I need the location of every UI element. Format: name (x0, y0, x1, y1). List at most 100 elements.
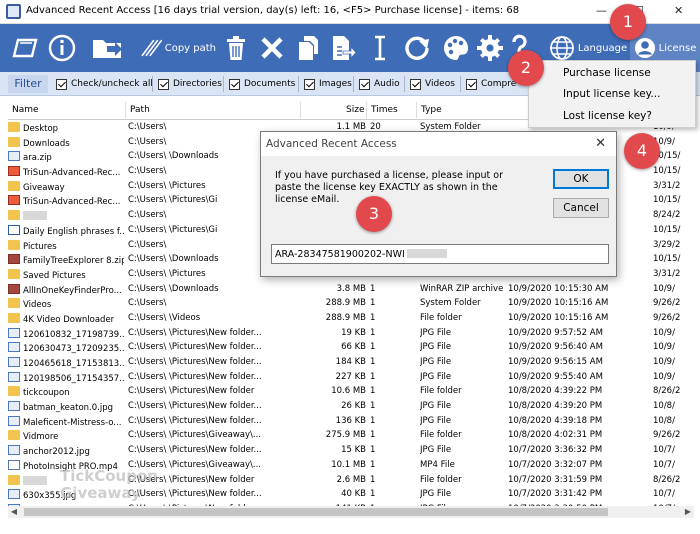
menu-lost-license-key[interactable]: Lost license key? (563, 110, 652, 122)
table-row[interactable]: 120630473_17209235... C:\Users\ \Pictures… (8, 340, 694, 355)
copy-button[interactable] (292, 24, 324, 72)
about-button[interactable] (46, 24, 78, 72)
filter-button[interactable]: Filter (8, 75, 48, 93)
access-date: 10/9/2020 9:56:40 AM (508, 342, 603, 353)
audio-checkbox[interactable]: Audio (359, 77, 400, 91)
access-date: 10/9/2020 10:15:30 AM (508, 283, 609, 294)
table-row[interactable]: batman_keaton.0.jpg C:\Users\ \Pictures\N… (8, 399, 694, 414)
refresh-button[interactable] (400, 24, 434, 72)
dialog-titlebar: Advanced Recent Access ✕ (261, 132, 616, 156)
export-button[interactable] (326, 24, 360, 72)
access-count: 1 (370, 312, 376, 323)
access-count: 1 (370, 386, 376, 397)
access-date: 10/9/2020 10:15:16 AM (508, 312, 609, 323)
file-name: ara.zip (8, 151, 124, 163)
file-name: tickcoupon (8, 386, 124, 398)
table-row[interactable]: AllInOneKeyFinderPro... C:\Users\ \Downlo… (8, 282, 694, 297)
col-size[interactable]: Size (346, 105, 364, 115)
documents-checkbox[interactable]: Documents (229, 77, 295, 91)
modified-date: 8/26/2 (653, 386, 681, 397)
folder-open-icon (93, 40, 122, 58)
col-name[interactable]: Name (12, 105, 39, 115)
check-all-checkbox[interactable]: Check/uncheck all (56, 77, 153, 91)
dialog-close-icon[interactable]: ✕ (595, 136, 606, 151)
table-row[interactable]: Vidmore C:\Users\ \Pictures\Giveaway\... 2… (8, 428, 694, 443)
access-count: 1 (370, 401, 376, 412)
file-path: C:\Users\ \Pictures\New folder... (128, 342, 262, 353)
scroll-right-icon[interactable]: ▶ (682, 506, 694, 518)
theme-button[interactable] (440, 24, 472, 72)
access-date: 10/9/2020 9:57:52 AM (508, 327, 603, 338)
file-size: 184 KB (335, 357, 366, 367)
file-size: 10.1 MB (331, 459, 366, 470)
modified-date: 10/15/ (653, 166, 681, 177)
modified-date: 3/31/2 (653, 180, 681, 191)
ok-button[interactable]: OK (553, 169, 609, 189)
table-row[interactable]: tickcoupon C:\Users\ \Pictures\New folder… (8, 384, 694, 399)
file-size: 66 KB (341, 342, 366, 353)
file-path: C:\Users\ \Pictures\New folder... (128, 327, 262, 338)
horizontal-scrollbar[interactable]: ◀ ▶ (8, 506, 694, 518)
file-name: 4K Video Downloader (8, 312, 124, 325)
table-row[interactable]: Videos C:\Users\ 288.9 MB 1 System Folder 10/… (8, 296, 694, 311)
scroll-left-icon[interactable]: ◀ (8, 506, 20, 518)
modified-date: 10/8/ (653, 415, 675, 426)
cancel-button[interactable]: Cancel (553, 198, 609, 218)
copy-icon (299, 36, 318, 60)
folder-icon (8, 474, 20, 485)
table-row[interactable]: Maleficent-Mistress-o... C:\Users\ \Pictu… (8, 414, 694, 429)
modified-date: 3/29/2 (653, 239, 681, 250)
file-name: 120198506_17154357... (8, 371, 124, 384)
minimize-icon[interactable]: — (596, 4, 607, 17)
modified-date: 10/15/ (653, 224, 681, 235)
checkbox-icon (466, 78, 477, 90)
dialog-message: If you have purchased a license, please … (275, 170, 503, 205)
delete-button[interactable] (220, 24, 252, 72)
col-times[interactable]: Times (371, 105, 398, 115)
file-name: Vidmore (8, 430, 124, 442)
scroll-thumb[interactable] (24, 508, 608, 516)
open-folder-button[interactable] (88, 24, 128, 72)
copy-path-button[interactable]: Copy path (140, 24, 216, 72)
checkbox-icon (158, 78, 169, 90)
file-size: 2.6 MB (336, 474, 366, 485)
table-row[interactable]: 120610832_17198739... C:\Users\ \Pictures… (8, 326, 694, 341)
img-icon (8, 327, 20, 338)
table-row[interactable]: 120198506_17154357... C:\Users\ \Pictures… (8, 370, 694, 385)
file-name: AllInOneKeyFinderPro... (8, 283, 124, 296)
file-size: 26 KB (341, 401, 366, 412)
menu-purchase-license[interactable]: Purchase license (563, 67, 651, 79)
folder-icon (8, 180, 20, 191)
table-row[interactable]: 4K Video Downloader C:\Users\ \Videos 288.… (8, 311, 694, 326)
watermark: TickCoupon Giveaway (60, 467, 158, 502)
access-count: 1 (370, 459, 376, 470)
close-window-icon[interactable]: ✕ (674, 4, 683, 17)
images-checkbox[interactable]: Images (304, 77, 352, 91)
access-count: 1 (370, 489, 376, 500)
file-size: 3.8 MB (336, 283, 366, 294)
remove-button[interactable] (256, 24, 288, 72)
file-name: Desktop (8, 122, 124, 134)
file-path: C:\Users\ \Downloads (128, 283, 219, 294)
license-key-input[interactable]: ARA-28347581900202-NWI (271, 244, 609, 264)
videos-checkbox[interactable]: Videos (410, 77, 455, 91)
table-row[interactable]: anchor2012.jpg C:\Users\ \Pictures\New fo… (8, 443, 694, 458)
col-type[interactable]: Type (421, 105, 442, 115)
access-count: 1 (370, 474, 376, 485)
img-icon (8, 489, 20, 500)
view-mode-button[interactable] (8, 24, 42, 72)
file-type: File folder (420, 312, 462, 323)
modified-date: 10/9/ (653, 371, 675, 382)
zip-icon (8, 283, 20, 294)
compressed-checkbox[interactable]: Compre (466, 77, 516, 91)
directories-checkbox[interactable]: Directories (158, 77, 222, 91)
export-icon (333, 36, 356, 60)
settings-button[interactable] (474, 24, 506, 72)
menu-input-license-key[interactable]: Input license key... (563, 88, 660, 100)
table-row[interactable]: 120465618_17153813... C:\Users\ \Pictures… (8, 355, 694, 370)
col-path[interactable]: Path (130, 105, 150, 115)
file-name: 120465618_17153813... (8, 357, 124, 369)
access-count: 1 (370, 357, 376, 367)
rename-button[interactable] (368, 24, 392, 72)
modified-date: 10/9/ (653, 327, 675, 338)
